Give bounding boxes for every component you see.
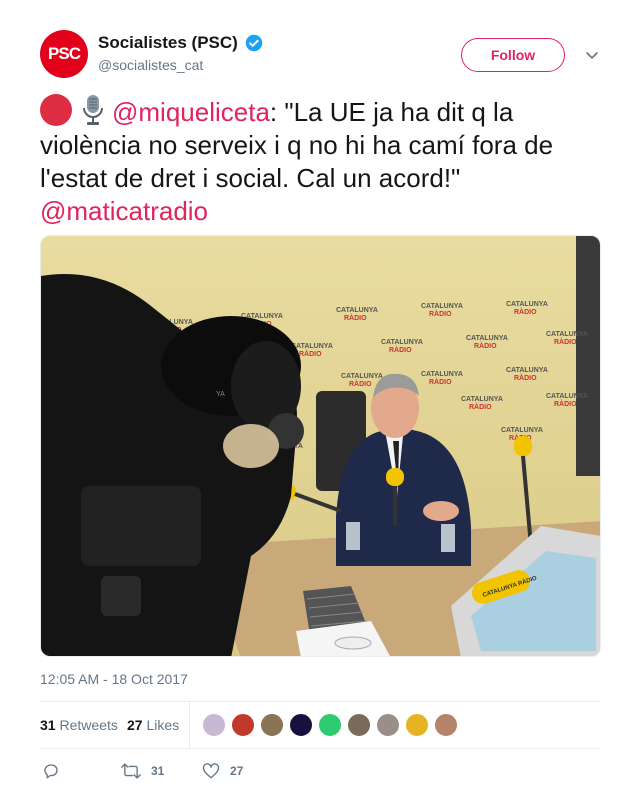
avatar[interactable] <box>405 713 429 737</box>
svg-text:CATALUNYA: CATALUNYA <box>421 371 463 378</box>
svg-text:RÀDIO: RÀDIO <box>389 345 412 354</box>
avatar[interactable] <box>376 713 400 737</box>
svg-text:RÀDIO: RÀDIO <box>554 337 577 346</box>
svg-text:CATALUNYA: CATALUNYA <box>506 301 548 308</box>
avatar[interactable] <box>289 713 313 737</box>
avatar[interactable] <box>202 713 226 737</box>
svg-text:CATALUNYA: CATALUNYA <box>501 427 543 434</box>
avatar[interactable] <box>260 713 284 737</box>
avatar[interactable] <box>434 713 458 737</box>
tweet-stats: 31 Retweets 27 Likes <box>40 702 600 748</box>
svg-text:RÀDIO: RÀDIO <box>429 377 452 386</box>
tweet-text: @miqueliceta: "La UE ja ha dit q la viol… <box>40 94 600 228</box>
reply-button[interactable] <box>42 760 70 782</box>
retweet-icon <box>121 763 141 779</box>
svg-text:RÀDIO: RÀDIO <box>469 402 492 411</box>
svg-text:CATALUNYA: CATALUNYA <box>421 303 463 310</box>
svg-text:CATALUNYA: CATALUNYA <box>341 373 383 380</box>
tweet-actions: 31 27 <box>40 760 600 782</box>
svg-text:RÀDIO: RÀDIO <box>349 379 372 388</box>
svg-text:RÀDIO: RÀDIO <box>514 373 537 382</box>
chevron-down-icon[interactable] <box>585 48 599 62</box>
svg-text:CATALUNYA: CATALUNYA <box>506 367 548 374</box>
svg-text:RÀDIO: RÀDIO <box>299 349 322 358</box>
mention-link[interactable]: @maticatradio <box>40 196 208 226</box>
svg-text:CATALUNYA: CATALUNYA <box>546 393 588 400</box>
svg-text:CATALUNYA: CATALUNYA <box>461 396 503 403</box>
svg-text:CATALUNYA: CATALUNYA <box>336 307 378 314</box>
svg-text:RÀDIO: RÀDIO <box>429 309 452 318</box>
heart-icon <box>202 763 220 779</box>
retweets-count: 31 <box>40 717 56 733</box>
like-button[interactable]: 27 <box>202 760 243 782</box>
verified-badge-icon <box>246 34 263 52</box>
svg-text:CATALUNYA: CATALUNYA <box>466 335 508 342</box>
tweet-photo[interactable]: CATALUNYARÀDIO CATALUNYARÀDIO CATALUNYAR… <box>40 235 601 657</box>
svg-text:YA: YA <box>216 391 225 398</box>
svg-text:CATALUNYA: CATALUNYA <box>546 331 588 338</box>
stats-separator <box>189 702 190 748</box>
likes-label: Likes <box>146 717 180 733</box>
microphone-icon <box>83 95 103 125</box>
red-circle-icon <box>40 94 72 126</box>
follow-button[interactable]: Follow <box>461 38 565 72</box>
retweet-button[interactable]: 31 <box>121 760 164 782</box>
divider <box>40 748 600 749</box>
retweets-label: Retweets <box>59 717 118 733</box>
display-name[interactable]: Socialistes (PSC) <box>98 33 238 53</box>
reply-icon <box>44 764 58 779</box>
avatar[interactable] <box>231 713 255 737</box>
mention-link[interactable]: @miqueliceta <box>112 97 270 127</box>
account-name-block[interactable]: Socialistes (PSC) @socialistes_cat <box>98 33 263 73</box>
retweet-count: 31 <box>151 764 165 778</box>
likes-count: 27 <box>127 717 143 733</box>
photo-illustration: CATALUNYARÀDIO CATALUNYARÀDIO CATALUNYAR… <box>41 236 600 656</box>
avatar[interactable]: PSC <box>40 30 88 78</box>
like-count: 27 <box>230 764 244 778</box>
avatar[interactable] <box>318 713 342 737</box>
svg-text:RÀDIO: RÀDIO <box>344 313 367 322</box>
likes-stat[interactable]: 27 Likes <box>127 717 179 733</box>
svg-text:CATALUNYA: CATALUNYA <box>381 339 423 346</box>
retweets-stat[interactable]: 31 Retweets <box>40 717 118 733</box>
tweet-header: PSC Socialistes (PSC) @socialistes_cat F… <box>40 30 600 82</box>
svg-text:CATALUNYA: CATALUNYA <box>291 343 333 350</box>
svg-text:RÀDIO: RÀDIO <box>514 307 537 316</box>
account-handle: @socialistes_cat <box>98 57 204 73</box>
avatar[interactable] <box>347 713 371 737</box>
tweet-timestamp[interactable]: 12:05 AM - 18 Oct 2017 <box>40 671 188 687</box>
svg-text:RÀDIO: RÀDIO <box>554 399 577 408</box>
svg-text:RÀDIO: RÀDIO <box>474 341 497 350</box>
